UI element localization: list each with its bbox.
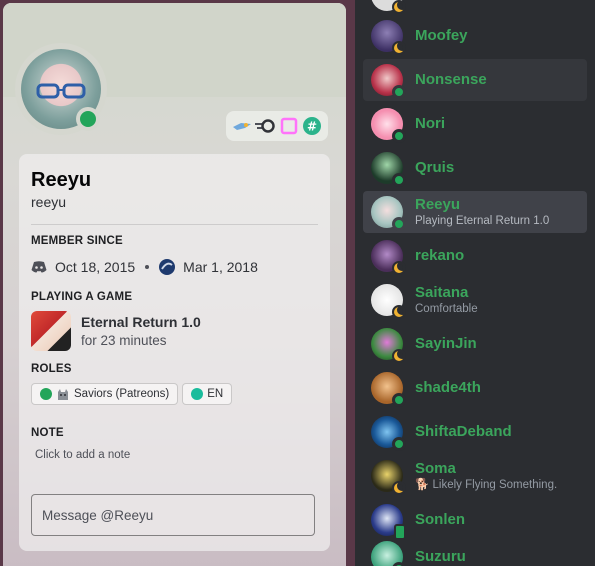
note-input[interactable]: Click to add a note — [35, 449, 318, 461]
avatar — [371, 196, 406, 231]
idle-status-icon — [392, 261, 406, 275]
discord-icon — [31, 259, 47, 275]
activity-title: PLAYING A GAME — [31, 291, 133, 303]
role-color-dot — [40, 388, 52, 400]
online-status-icon — [392, 562, 406, 566]
idle-status-icon — [392, 305, 406, 319]
note-title: NOTE — [31, 427, 64, 439]
list-item[interactable]: rekano — [363, 235, 587, 277]
avatar — [371, 20, 406, 55]
member-name: Nori — [415, 115, 445, 132]
svg-text:#: # — [307, 120, 317, 134]
profile-badges: # — [226, 111, 328, 141]
list-item[interactable]: Qruis — [363, 147, 587, 189]
idle-status-icon — [392, 481, 406, 495]
member-name: Saitana — [415, 284, 469, 301]
list-item[interactable]: shade4th — [363, 367, 587, 409]
online-status-icon — [392, 129, 406, 143]
cat-icon — [56, 387, 70, 401]
avatar — [371, 416, 406, 451]
avatar — [371, 64, 406, 99]
avatar — [371, 240, 406, 275]
online-status-icon — [392, 173, 406, 187]
member-activity: Playing Eternal Return 1.0 — [415, 215, 550, 227]
roles-list: Saviors (Patreons) EN — [31, 383, 318, 405]
list-item[interactable]: Nori — [363, 103, 587, 145]
avatar — [371, 108, 406, 143]
user-profile-popout: # Reeyu reeyu MEMBER SINCE Oct 18, 2015 … — [3, 3, 346, 566]
avatar — [371, 284, 406, 319]
hash-icon[interactable]: # — [302, 116, 322, 136]
member-name: Nonsense — [415, 71, 487, 88]
member-name: Reeyu — [415, 196, 461, 213]
member-custom-status-text: Likely Flying Something. — [432, 479, 558, 491]
online-status-icon — [392, 437, 406, 451]
game-icon — [31, 311, 71, 351]
message-input[interactable]: Message @Reeyu — [31, 494, 315, 536]
avatar — [371, 0, 406, 14]
profile-card: Reeyu reeyu MEMBER SINCE Oct 18, 2015 Ma… — [19, 154, 330, 551]
member-name: Moofey — [415, 27, 468, 44]
member-name: ShiftaDeband — [415, 423, 512, 440]
role-label: EN — [207, 388, 224, 400]
avatar — [371, 328, 406, 363]
member-list: Moofey Nonsense Nori Qruis Reeyu Playing… — [355, 0, 595, 566]
member-since-row: Oct 18, 2015 Mar 1, 2018 — [31, 255, 318, 279]
member-name: SayinJin — [415, 335, 477, 352]
online-status-dot — [80, 111, 96, 127]
divider — [31, 224, 318, 225]
online-status-icon — [392, 217, 406, 231]
member-name: Suzuru — [415, 548, 466, 565]
server-icon — [159, 259, 176, 275]
separator-dot — [145, 265, 150, 269]
username: reeyu — [31, 194, 67, 210]
game-name: Eternal Return 1.0 — [81, 314, 201, 330]
member-since-title: MEMBER SINCE — [31, 235, 123, 247]
role-label: Saviors (Patreons) — [74, 388, 170, 400]
list-item[interactable]: Soma 🐕 Likely Flying Something. — [363, 455, 587, 497]
list-item[interactable]: Suzuru — [363, 536, 587, 566]
list-item[interactable] — [363, 0, 587, 16]
avatar — [371, 504, 406, 540]
avatar — [371, 372, 406, 407]
speed-icon[interactable] — [255, 116, 275, 136]
list-item[interactable]: Sonlen — [363, 499, 587, 541]
role-color-dot — [191, 388, 204, 400]
game-duration: for 23 minutes — [81, 333, 167, 348]
member-name: Sonlen — [415, 511, 466, 528]
discord-join-date: Oct 18, 2015 — [55, 259, 136, 275]
online-status-icon — [392, 85, 406, 99]
member-custom-status: 🐕 Likely Flying Something. — [415, 478, 557, 492]
list-item[interactable]: Saitana Comfortable — [363, 279, 587, 321]
display-name: Reeyu — [31, 169, 92, 191]
online-status-icon — [392, 393, 406, 407]
avatar — [371, 541, 406, 566]
server-join-date: Mar 1, 2018 — [183, 259, 258, 275]
list-item[interactable]: Nonsense — [363, 59, 587, 101]
member-name: Soma — [415, 460, 456, 477]
role-chip[interactable]: EN — [182, 383, 233, 405]
nitro-icon[interactable] — [279, 116, 299, 136]
list-item[interactable]: ShiftaDeband — [363, 411, 587, 453]
idle-status-icon — [392, 349, 406, 363]
glasses-icon — [36, 83, 86, 99]
member-name: rekano — [415, 247, 465, 264]
idle-status-icon — [392, 41, 406, 55]
idle-status-icon — [392, 0, 406, 14]
list-item[interactable]: Moofey — [363, 15, 587, 57]
list-item[interactable]: SayinJin — [363, 323, 587, 365]
custom-status-emoji-icon: 🐕 — [415, 479, 433, 491]
status-indicator — [76, 107, 100, 131]
activity-row: Eternal Return 1.0 for 23 minutes — [31, 311, 318, 351]
roles-title: ROLES — [31, 363, 72, 375]
role-chip[interactable]: Saviors (Patreons) — [31, 383, 179, 405]
member-custom-status: Comfortable — [415, 303, 478, 315]
hypesquad-icon[interactable] — [232, 116, 252, 136]
avatar — [371, 460, 406, 495]
avatar — [371, 152, 406, 187]
member-name: Qruis — [415, 159, 455, 176]
member-name: shade4th — [415, 379, 481, 396]
list-item[interactable]: Reeyu Playing Eternal Return 1.0 — [363, 191, 587, 233]
